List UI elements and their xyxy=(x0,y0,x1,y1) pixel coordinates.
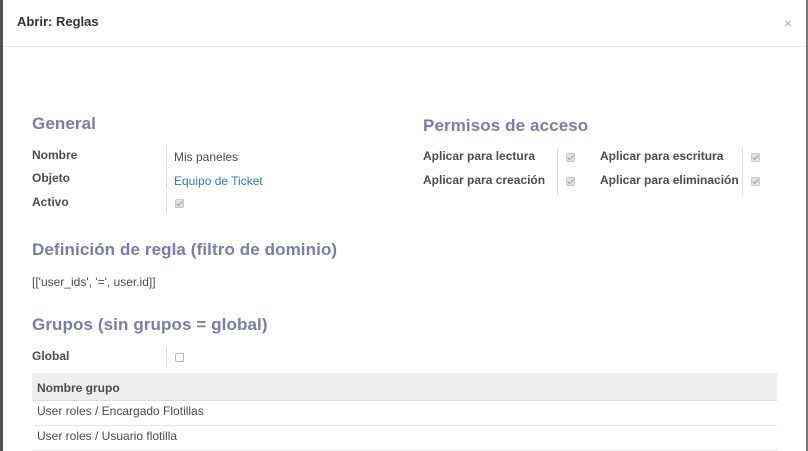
write-checkbox[interactable] xyxy=(751,153,760,162)
delete-label: Aplicar para eliminación xyxy=(600,173,739,187)
close-icon[interactable]: × xyxy=(784,16,792,30)
left-edge xyxy=(0,0,3,451)
write-label: Aplicar para escritura xyxy=(600,149,724,163)
dialog-title: Abrir: Reglas xyxy=(17,14,99,29)
table-header: Nombre grupo xyxy=(32,373,777,401)
column-header-group-name[interactable]: Nombre grupo xyxy=(37,381,120,395)
domain-value[interactable]: [['user_ids', '=', user.id]] xyxy=(32,275,156,289)
table-row[interactable]: User roles / Usuario flotilla xyxy=(32,426,777,451)
groups-table: Nombre grupo User roles / Encargado Flot… xyxy=(32,373,777,451)
general-section-title: General xyxy=(32,114,97,133)
groups-section-title: Grupos (sin grupos = global) xyxy=(32,315,268,334)
field-divider xyxy=(166,169,167,189)
global-checkbox[interactable] xyxy=(175,353,184,362)
group-name-cell: User roles / Usuario flotilla xyxy=(37,429,178,443)
dialog-header: Abrir: Reglas × xyxy=(3,0,806,47)
read-label: Aplicar para lectura xyxy=(423,149,536,163)
field-divider xyxy=(166,347,167,367)
field-divider xyxy=(742,148,743,195)
field-divider xyxy=(166,146,167,166)
domain-section-title: Definición de regla (filtro de dominio) xyxy=(32,240,338,259)
field-divider xyxy=(166,193,167,213)
read-checkbox[interactable] xyxy=(566,153,575,162)
group-name-cell: User roles / Encargado Flotillas xyxy=(37,404,204,418)
table-row[interactable]: User roles / Encargado Flotillas xyxy=(32,401,777,426)
active-label: Activo xyxy=(32,195,69,209)
delete-checkbox[interactable] xyxy=(751,177,760,186)
name-label: Nombre xyxy=(32,148,78,162)
active-checkbox[interactable] xyxy=(175,199,184,208)
name-field[interactable]: Mis paneles xyxy=(174,150,238,164)
permissions-section-title: Permisos de acceso xyxy=(423,116,589,135)
object-label: Objeto xyxy=(32,171,70,185)
field-divider xyxy=(557,148,558,195)
object-link[interactable]: Equipo de Ticket xyxy=(174,174,263,188)
global-label: Global xyxy=(32,349,70,363)
create-checkbox[interactable] xyxy=(566,177,575,186)
create-label: Aplicar para creación xyxy=(423,173,546,187)
